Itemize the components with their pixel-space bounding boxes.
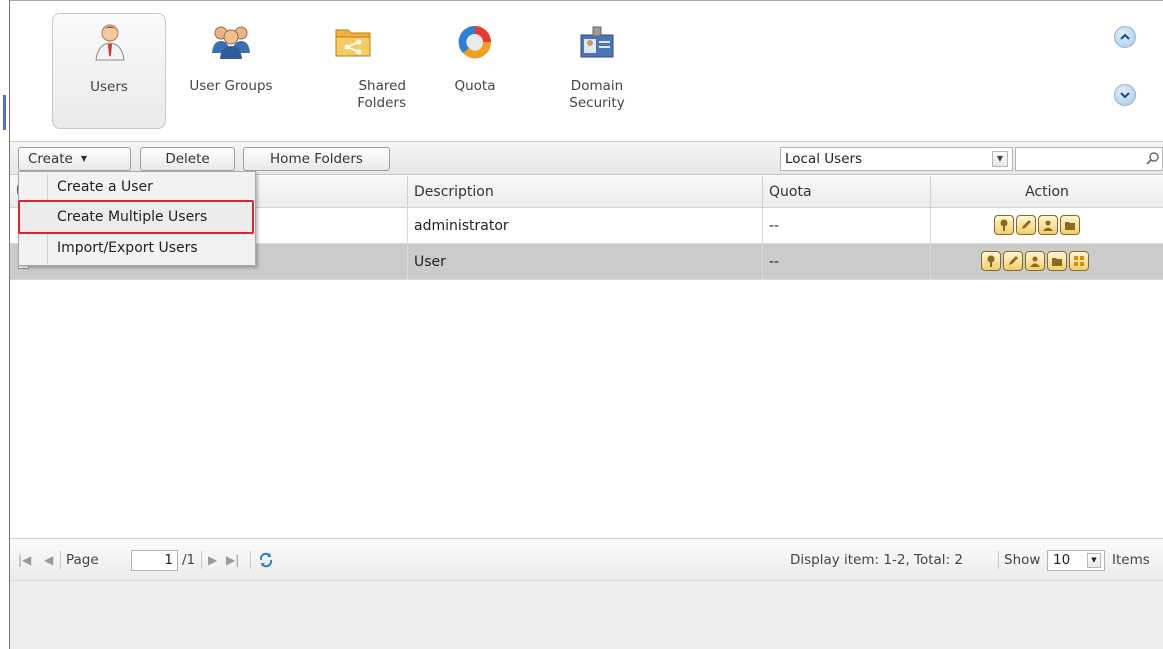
edit-group-icon[interactable] — [1038, 215, 1058, 235]
page-total: /1 — [182, 552, 196, 568]
first-page-icon[interactable]: |◀ — [18, 539, 31, 581]
page-label: Page — [66, 552, 99, 568]
application-privilege-icon[interactable] — [1069, 251, 1089, 271]
dropdown-arrow-icon: ▼ — [1087, 553, 1101, 568]
row-action-icons — [981, 251, 1091, 287]
menu-item-import-export-users[interactable]: Import/Export Users — [19, 234, 255, 263]
page-size-select[interactable]: 10 ▼ — [1047, 550, 1105, 571]
next-page-icon[interactable]: ▶ — [208, 539, 217, 581]
chevron-down-icon — [1120, 92, 1130, 99]
tool-quota-label: Quota — [454, 78, 496, 94]
create-button[interactable]: Create ▼ — [18, 147, 131, 171]
last-page-icon[interactable]: ▶| — [226, 539, 239, 581]
cell-actions — [931, 208, 1163, 243]
tool-users-label: Users — [90, 79, 128, 95]
column-description[interactable]: Description — [408, 176, 763, 207]
items-label: Items — [1112, 552, 1150, 568]
change-password-icon[interactable] — [981, 251, 1001, 271]
cell-description: User — [408, 244, 763, 279]
tool-user-groups-label: User Groups — [189, 78, 273, 94]
page-size-value: 10 — [1053, 552, 1071, 568]
tool-shared-folders-label: Shared Folders — [357, 78, 406, 111]
edit-profile-icon[interactable] — [1003, 251, 1023, 271]
tool-users[interactable]: Users — [52, 13, 166, 129]
user-groups-icon — [212, 26, 250, 59]
bottom-panel — [10, 580, 1163, 649]
menu-item-create-user[interactable]: Create a User — [19, 173, 255, 202]
previous-page-icon[interactable]: ◀ — [44, 539, 53, 581]
cell-description: administrator — [408, 208, 763, 243]
tool-domain-security-label: Domain Security — [569, 78, 625, 111]
column-quota[interactable]: Quota — [763, 176, 931, 207]
chevron-up-icon — [1120, 33, 1130, 40]
column-action: Action — [1025, 184, 1069, 200]
display-info: Display item: 1-2, Total: 2 — [790, 552, 963, 568]
create-dropdown-menu: Create a User Create Multiple Users Impo… — [18, 171, 256, 266]
tool-domain-security[interactable]: Domain Security — [540, 13, 654, 129]
create-button-label: Create — [28, 151, 73, 167]
tool-shared-folders[interactable]: Shared Folders — [296, 13, 410, 129]
home-folders-button[interactable]: Home Folders — [243, 147, 390, 171]
edit-shared-folder-icon[interactable] — [1047, 251, 1067, 271]
cell-quota: -- — [763, 244, 931, 279]
show-label: Show — [1004, 552, 1041, 568]
delete-button[interactable]: Delete — [140, 147, 235, 171]
edit-group-icon[interactable] — [1025, 251, 1045, 271]
page-number-input[interactable]: 1 — [131, 550, 178, 571]
user-type-select-value: Local Users — [785, 151, 863, 167]
edit-shared-folder-icon[interactable] — [1060, 215, 1080, 235]
category-toolbar: Users User Groups Shared Folders Quota D… — [10, 1, 1163, 141]
shared-folders-icon — [335, 29, 371, 57]
user-type-select[interactable]: Local Users ▼ — [780, 147, 1013, 171]
domain-security-icon — [580, 26, 614, 58]
search-icon — [1146, 152, 1159, 165]
users-icon — [95, 24, 125, 61]
caret-down-icon: ▼ — [80, 154, 88, 163]
scroll-up-button[interactable] — [1114, 26, 1136, 48]
search-input[interactable] — [1015, 147, 1163, 171]
tool-user-groups[interactable]: User Groups — [174, 13, 288, 129]
tool-quota[interactable]: Quota — [418, 13, 532, 129]
action-bar: Create ▼ Delete Home Folders Local Users … — [10, 141, 1163, 175]
dropdown-arrow-icon: ▼ — [992, 151, 1008, 167]
edit-profile-icon[interactable] — [1016, 215, 1036, 235]
cell-actions — [931, 244, 1163, 279]
pagination-bar: |◀ ◀ Page 1 /1 ▶ ▶| Display item: 1-2, T… — [10, 538, 1163, 580]
menu-item-create-multiple-users[interactable]: Create Multiple Users — [19, 203, 255, 232]
change-password-icon[interactable] — [994, 215, 1014, 235]
cell-quota: -- — [763, 208, 931, 243]
left-frame — [0, 0, 10, 649]
quota-icon — [458, 25, 492, 59]
scroll-down-button[interactable] — [1114, 84, 1136, 106]
refresh-icon[interactable] — [258, 552, 274, 568]
